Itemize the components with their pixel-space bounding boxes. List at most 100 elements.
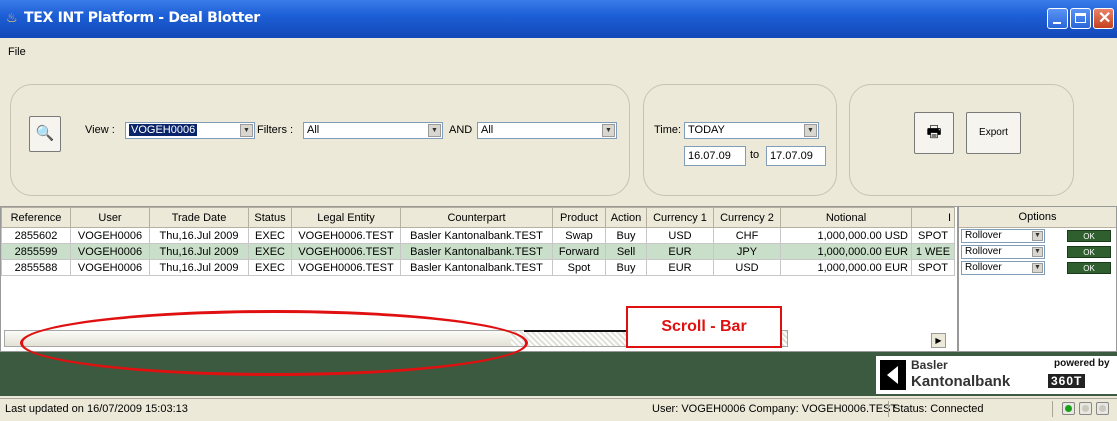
cell-counterpart: Basler Kantonalbank.TEST [400,243,553,260]
column-header[interactable]: I [911,207,955,228]
scroll-right-button[interactable]: ▶ [931,333,946,348]
column-header[interactable]: Currency 1 [646,207,714,228]
cell-user: VOGEH0006 [70,259,150,276]
view-filter-group: 🔍 View : VOGEH0006 ▼ Filters : All ▼ AND… [10,84,630,196]
column-header[interactable]: Product [552,207,606,228]
options-panel: Options Rollover ▼ OK Rollover ▼ OK Roll… [958,206,1117,352]
options-row: Rollover ▼ OK [959,260,1116,276]
app-icon: ♨ [6,10,18,25]
status-bar: Last updated on 16/07/2009 15:03:13 User… [0,398,1117,421]
binoculars-icon: 🔍 [35,125,55,142]
column-header[interactable]: Status [248,207,292,228]
title-bar: ♨ TEX INT Platform - Deal Blotter ✕ [0,0,1117,38]
printer-icon: 🖶 [926,124,942,141]
minimize-button[interactable] [1047,8,1068,29]
ok-button[interactable]: OK [1067,230,1111,242]
cell-action: Sell [605,243,647,260]
chevron-right-icon: ▶ [935,336,942,345]
cell-counterpart: Basler Kantonalbank.TEST [400,227,553,244]
chevron-down-icon: ▼ [602,124,615,137]
table-row[interactable]: 2855588 VOGEH0006 Thu,16.Jul 2009 EXEC V… [1,259,955,276]
options-header: Options [959,207,1116,228]
cell-tenor: SPOT [911,227,955,244]
status-separator [888,401,889,417]
option-select[interactable]: Rollover ▼ [961,245,1045,259]
cell-legal-entity: VOGEH0006.TEST [291,227,401,244]
status-separator [1052,401,1053,417]
column-header[interactable]: Notional [780,207,912,228]
ok-button[interactable]: OK [1067,246,1111,258]
bank-logo: Basler Kantonalbank powered by 360T [876,356,1117,394]
maximize-icon [1075,13,1086,23]
column-header[interactable]: Currency 2 [713,207,781,228]
cell-notional: 1,000,000.00 USD [780,227,912,244]
date-from-field[interactable]: 16.07.09 [684,146,746,166]
option-select[interactable]: Rollover ▼ [961,229,1045,243]
chevron-down-icon: ▼ [1032,231,1043,241]
time-select[interactable]: TODAY ▼ [684,122,819,139]
column-header[interactable]: Counterpart [400,207,553,228]
close-button[interactable]: ✕ [1093,8,1114,29]
annotation-line [524,330,628,332]
view-value: VOGEH0006 [129,124,198,136]
options-row: Rollover ▼ OK [959,244,1116,260]
cell-tenor: SPOT [911,259,955,276]
and-filter-value: All [481,124,494,136]
table-row[interactable]: 2855602 VOGEH0006 Thu,16.Jul 2009 EXEC V… [1,227,955,244]
date-to-field[interactable]: 17.07.09 [766,146,826,166]
window-title: TEX INT Platform - Deal Blotter [24,10,260,26]
connection-status: Status: Connected [893,403,984,415]
connected-indicator-icon [1062,402,1075,415]
print-button[interactable]: 🖶 [914,112,954,154]
cell-product: Swap [552,227,606,244]
and-filter-select[interactable]: All ▼ [477,122,617,139]
filters-select[interactable]: All ▼ [303,122,443,139]
cell-currency1: EUR [646,243,714,260]
cell-legal-entity: VOGEH0006.TEST [291,259,401,276]
cell-currency1: USD [646,227,714,244]
option-value: Rollover [965,230,1002,241]
to-label: to [750,149,760,161]
cell-action: Buy [605,259,647,276]
time-group: Time: TODAY ▼ 16.07.09 to 17.07.09 [643,84,837,196]
cell-counterpart: Basler Kantonalbank.TEST [400,259,553,276]
cell-currency2: USD [713,259,781,276]
chevron-down-icon: ▼ [1032,247,1043,257]
powered-by-logo: 360T [1048,374,1086,388]
option-select[interactable]: Rollover ▼ [961,261,1045,275]
ok-button[interactable]: OK [1067,262,1111,274]
export-button[interactable]: Export [966,112,1021,154]
cell-trade-date: Thu,16.Jul 2009 [149,243,249,260]
cell-product: Forward [552,243,606,260]
export-label: Export [979,127,1008,138]
menu-file[interactable]: File [8,46,26,58]
filters-label: Filters : [257,124,294,136]
cell-tenor: 1 WEE [911,243,955,260]
powered-by-label: powered by [1054,358,1110,369]
cell-product: Spot [552,259,606,276]
table-header-row: Reference User Trade Date Status Legal E… [1,207,955,228]
bank-name-line1: Basler [911,358,948,372]
chevron-down-icon: ▼ [428,124,441,137]
view-select[interactable]: VOGEH0006 ▼ [125,122,255,139]
column-header[interactable]: User [70,207,150,228]
table-row[interactable]: 2855599 VOGEH0006 Thu,16.Jul 2009 EXEC V… [1,243,955,260]
cell-reference: 2855599 [1,243,71,260]
column-header[interactable]: Action [605,207,647,228]
user-company-text: User: VOGEH0006 Company: VOGEH0006.TEST [652,403,898,415]
column-header[interactable]: Trade Date [149,207,249,228]
toolbar: 🔍 View : VOGEH0006 ▼ Filters : All ▼ AND… [0,64,1117,204]
maximize-button[interactable] [1070,8,1091,29]
and-label: AND [449,124,473,136]
cell-user: VOGEH0006 [70,243,150,260]
annotation-ellipse [20,310,528,376]
cell-user: VOGEH0006 [70,227,150,244]
column-header[interactable]: Reference [1,207,71,228]
find-button[interactable]: 🔍 [29,116,61,152]
cell-status: EXEC [248,243,292,260]
column-header[interactable]: Legal Entity [291,207,401,228]
cell-reference: 2855588 [1,259,71,276]
option-value: Rollover [965,262,1002,273]
cell-legal-entity: VOGEH0006.TEST [291,243,401,260]
chevron-down-icon: ▼ [804,124,817,137]
